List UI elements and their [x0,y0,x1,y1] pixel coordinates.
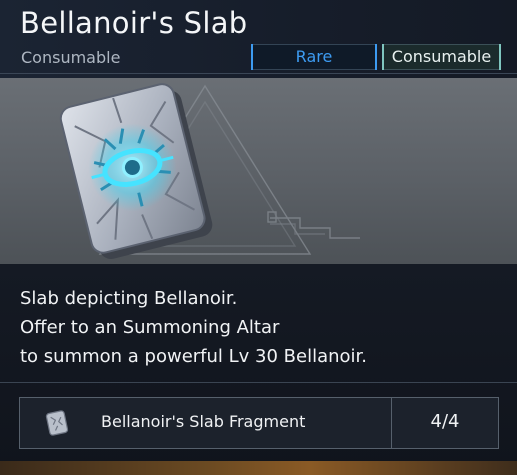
slab-fragment-icon [44,410,70,440]
item-category: Consumable [21,48,121,67]
item-name: Bellanoir's Slab [20,6,248,40]
type-badge: Consumable [382,44,501,70]
description-line: Slab depicting Bellanoir. [20,288,238,309]
material-name: Bellanoir's Slab Fragment [101,412,306,431]
description-line: Offer to an Summoning Altar [20,317,280,338]
description-line: to summon a powerful Lv 30 Bellanoir. [20,346,368,367]
section-divider [0,382,517,383]
item-tooltip: Bellanoir's Slab Consumable Rare Consuma… [0,0,517,475]
rarity-badge: Rare [251,44,377,70]
item-description: Slab depicting Bellanoir. Offer to an Su… [20,284,367,371]
artwork-svg [59,83,360,259]
tooltip-header: Bellanoir's Slab Consumable Rare Consuma… [0,0,517,78]
material-count: 4/4 [430,411,460,432]
background-strip [0,461,517,475]
item-artwork [0,78,517,264]
material-requirement-row: Bellanoir's Slab Fragment 4/4 [19,397,499,449]
header-divider [0,73,517,74]
